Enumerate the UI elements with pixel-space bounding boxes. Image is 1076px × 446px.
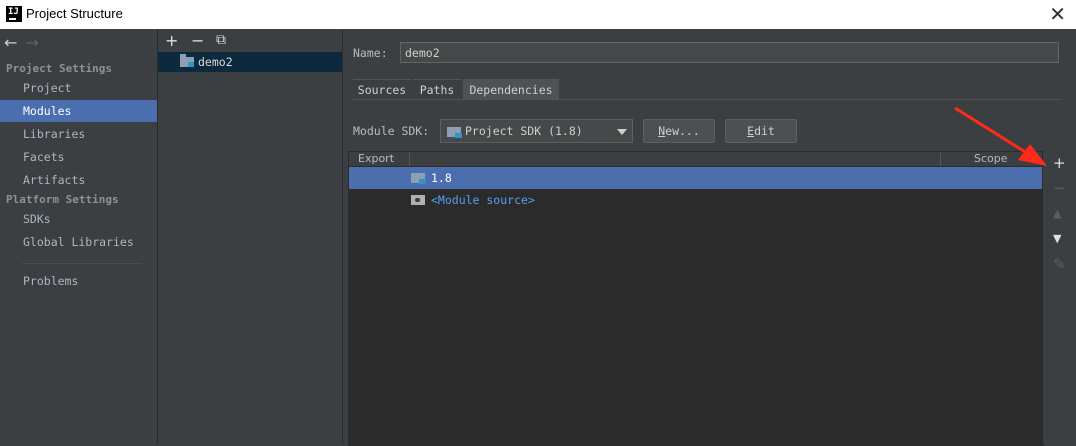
edit-sdk-button[interactable]: Edit [725,119,797,143]
column-divider [940,152,941,166]
move-up-icon[interactable]: ▲ [1053,207,1061,220]
back-arrow-icon[interactable]: ← [4,33,17,52]
remove-dependency-icon[interactable]: − [1053,179,1066,197]
nav-item-modules[interactable]: Modules [0,100,157,122]
module-sdk-dropdown[interactable]: Project SDK (1.8) [440,119,633,143]
nav-item-problems[interactable]: Problems [0,270,157,292]
nav-item-facets[interactable]: Facets [0,146,157,168]
tab-underline [351,99,1061,100]
module-name-input[interactable]: demo2 [400,42,1059,63]
left-navigation: ← → Project Settings Project Modules Libr… [0,29,158,444]
nav-arrows: ← → [4,33,47,53]
module-tree-label: demo2 [198,55,233,69]
tab-dependencies[interactable]: Dependencies [463,79,559,100]
nav-item-artifacts[interactable]: Artifacts [0,169,157,191]
table-row[interactable]: 1.8 [349,167,1043,189]
chevron-down-icon [617,129,627,135]
nav-item-project[interactable]: Project [0,77,157,99]
column-header-export[interactable]: Export [358,152,394,166]
sdk-folder-icon [447,127,462,138]
forward-arrow-icon[interactable]: → [25,33,38,52]
dependency-label: <Module source> [431,193,535,207]
nav-item-global-libraries[interactable]: Global Libraries [0,231,157,253]
nav-divider [22,263,142,264]
module-sdk-label: Module SDK: [353,124,430,138]
sdk-folder-icon [411,173,426,184]
remove-module-icon[interactable]: − [191,31,204,50]
section-header-platform-settings: Platform Settings [6,193,119,206]
table-header: Export Scope [349,152,1043,167]
intellij-app-icon: IJ [6,6,22,22]
title-bar: IJ Project Structure ✕ [0,0,1076,29]
module-folder-icon [411,195,425,205]
new-sdk-button[interactable]: New... [643,119,715,143]
add-module-icon[interactable]: + [165,31,178,50]
section-header-project-settings: Project Settings [6,62,112,75]
module-sdk-value: Project SDK (1.8) [465,124,583,138]
modules-panel: + − ⧉ demo2 [158,29,343,444]
module-details-panel: Name: demo2 Sources Paths Dependencies M… [343,29,1076,446]
dependency-label: 1.8 [431,171,452,185]
dependency-toolbar: + − ▲ ▼ ✎ [1042,151,1076,444]
module-tree-item[interactable]: demo2 [158,52,342,72]
dependencies-table: Export Scope 1.8 <Module source> [348,151,1044,446]
move-down-icon[interactable]: ▼ [1053,232,1061,245]
close-icon[interactable]: ✕ [1049,2,1066,26]
column-header-scope[interactable]: Scope [974,152,1008,166]
tab-sources[interactable]: Sources [353,79,411,100]
column-divider [409,152,410,166]
nav-item-libraries[interactable]: Libraries [0,123,157,145]
module-folder-icon [180,54,194,67]
name-label: Name: [353,46,388,60]
add-dependency-icon[interactable]: + [1053,154,1066,172]
table-row[interactable]: <Module source> [349,189,1043,211]
window-title: Project Structure [26,6,123,21]
tab-paths[interactable]: Paths [413,79,461,100]
nav-item-sdks[interactable]: SDKs [0,208,157,230]
edit-dependency-icon[interactable]: ✎ [1053,255,1066,273]
copy-module-icon[interactable]: ⧉ [216,32,226,48]
